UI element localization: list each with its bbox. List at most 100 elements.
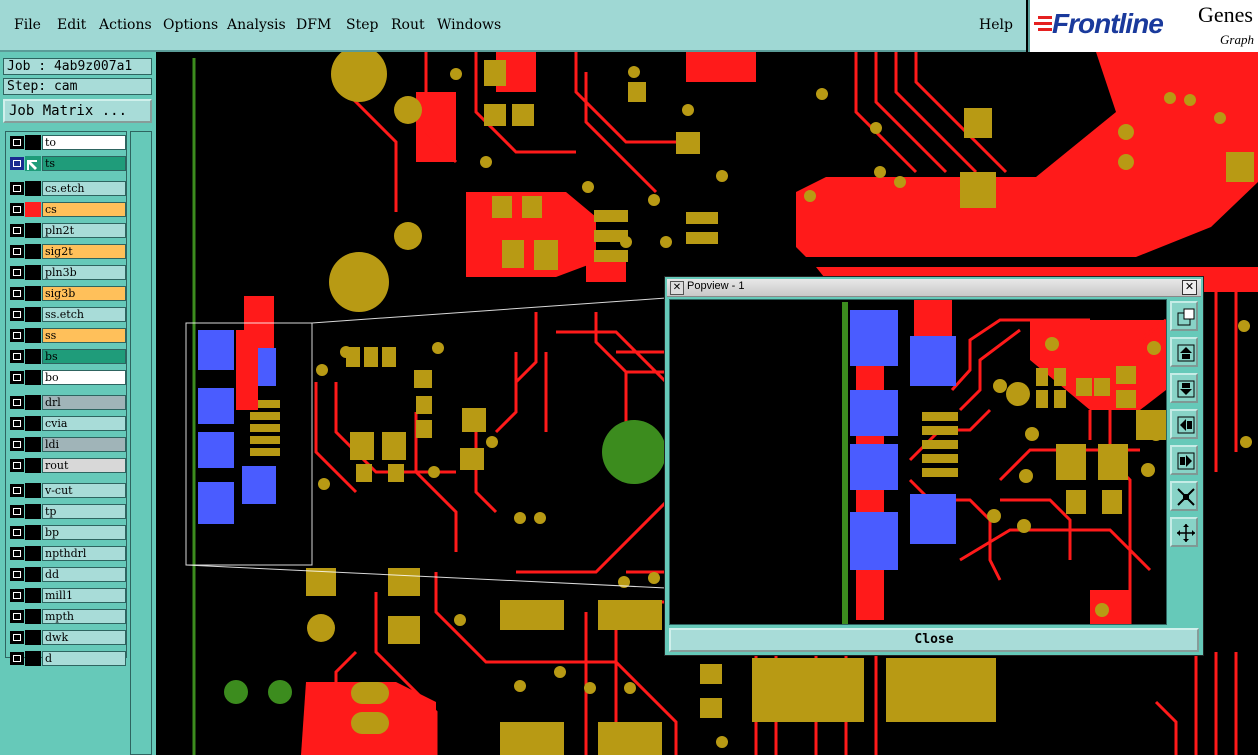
menu-dfm[interactable]: DFM — [296, 17, 331, 33]
layer-checkbox[interactable] — [10, 329, 24, 342]
layer-name[interactable]: dd — [42, 567, 126, 582]
layer-row-mpth[interactable]: mpth — [8, 609, 126, 624]
layer-color-swatch[interactable] — [25, 416, 41, 431]
layer-name[interactable]: mpth — [42, 609, 126, 624]
layer-row-bo[interactable]: bo — [8, 370, 126, 385]
popview-window[interactable]: ✕ Popview - 1 ✕ Close — [664, 276, 1204, 656]
zoom-out-button[interactable] — [1170, 517, 1198, 547]
layer-row-ts[interactable]: ts — [8, 156, 126, 171]
layer-color-swatch[interactable] — [25, 286, 41, 301]
layer-checkbox[interactable] — [10, 547, 24, 560]
close-button[interactable]: Close — [669, 628, 1199, 652]
layer-color-swatch[interactable] — [25, 651, 41, 666]
layer-row-d[interactable]: d — [8, 651, 126, 666]
layer-name[interactable]: bs — [42, 349, 126, 364]
layer-row-rout[interactable]: rout — [8, 458, 126, 473]
job-matrix-button[interactable]: Job Matrix ... — [3, 99, 152, 123]
layer-name[interactable]: sig2t — [42, 244, 126, 259]
layer-name[interactable]: ldi — [42, 437, 126, 452]
layer-color-swatch[interactable] — [25, 307, 41, 322]
layer-checkbox[interactable] — [10, 568, 24, 581]
menu-analysis[interactable]: Analysis — [227, 17, 286, 33]
layer-name[interactable]: ts — [42, 156, 126, 171]
zoom-home-button[interactable] — [1170, 301, 1198, 331]
layer-row-npthdrl[interactable]: npthdrl — [8, 546, 126, 561]
menu-file[interactable]: File — [14, 17, 41, 33]
layer-row-ldi[interactable]: ldi — [8, 437, 126, 452]
menu-options[interactable]: Options — [163, 17, 218, 33]
layer-name[interactable]: pln3b — [42, 265, 126, 280]
layer-row-ss[interactable]: ss — [8, 328, 126, 343]
layer-checkbox[interactable] — [10, 484, 24, 497]
layer-color-swatch[interactable] — [25, 546, 41, 561]
layer-checkbox[interactable] — [10, 287, 24, 300]
layer-name[interactable]: dwk — [42, 630, 126, 645]
layer-color-swatch[interactable] — [25, 395, 41, 410]
layer-checkbox[interactable] — [10, 438, 24, 451]
close-icon[interactable]: ✕ — [1182, 280, 1197, 295]
layer-checkbox[interactable] — [10, 266, 24, 279]
layer-name[interactable]: cvia — [42, 416, 126, 431]
layer-row-pln2t[interactable]: pln2t — [8, 223, 126, 238]
layer-name[interactable]: ss.etch — [42, 307, 126, 322]
layer-name[interactable]: bp — [42, 525, 126, 540]
layer-row-cs-etch[interactable]: cs.etch — [8, 181, 126, 196]
layer-color-swatch[interactable] — [25, 437, 41, 452]
layer-checkbox[interactable] — [10, 417, 24, 430]
layer-checkbox[interactable] — [10, 224, 24, 237]
pan-up-button[interactable] — [1170, 337, 1198, 367]
layer-row-cvia[interactable]: cvia — [8, 416, 126, 431]
layer-name[interactable]: tp — [42, 504, 126, 519]
pan-down-button[interactable] — [1170, 373, 1198, 403]
menu-step[interactable]: Step — [346, 17, 378, 33]
popview-viewport[interactable] — [669, 299, 1167, 625]
layer-row-mill1[interactable]: mill1 — [8, 588, 126, 603]
layer-checkbox[interactable] — [10, 182, 24, 195]
layer-checkbox[interactable] — [10, 526, 24, 539]
layer-color-swatch[interactable] — [25, 349, 41, 364]
layer-color-swatch[interactable] — [25, 202, 41, 217]
menu-rout[interactable]: Rout — [391, 17, 425, 33]
layer-color-swatch[interactable] — [25, 458, 41, 473]
layer-name[interactable]: mill1 — [42, 588, 126, 603]
layer-color-swatch[interactable] — [25, 328, 41, 343]
layer-checkbox[interactable] — [10, 610, 24, 623]
layer-color-swatch[interactable] — [25, 630, 41, 645]
layer-checkbox[interactable] — [10, 652, 24, 665]
layer-row-tp[interactable]: tp — [8, 504, 126, 519]
layer-checkbox[interactable] — [10, 371, 24, 384]
layer-color-swatch[interactable] — [25, 609, 41, 624]
layer-checkbox[interactable] — [10, 350, 24, 363]
pan-left-button[interactable] — [1170, 409, 1198, 439]
layer-name[interactable]: rout — [42, 458, 126, 473]
zoom-in-button[interactable] — [1170, 481, 1198, 511]
layer-row-dd[interactable]: dd — [8, 567, 126, 582]
layer-name[interactable]: bo — [42, 370, 126, 385]
menu-edit[interactable]: Edit — [57, 17, 86, 33]
layer-name[interactable]: sig3b — [42, 286, 126, 301]
layer-name[interactable]: ss — [42, 328, 126, 343]
layer-name[interactable]: v-cut — [42, 483, 126, 498]
layer-row-bp[interactable]: bp — [8, 525, 126, 540]
layer-color-swatch[interactable] — [25, 265, 41, 280]
layer-row-cs[interactable]: cs — [8, 202, 126, 217]
layer-name[interactable]: d — [42, 651, 126, 666]
layer-row-drl[interactable]: drl — [8, 395, 126, 410]
layer-checkbox[interactable] — [10, 308, 24, 321]
layer-name[interactable]: cs.etch — [42, 181, 126, 196]
layer-checkbox[interactable] — [10, 157, 24, 170]
layer-row-to[interactable]: to — [8, 135, 126, 150]
layer-name[interactable]: pln2t — [42, 223, 126, 238]
menu-windows[interactable]: Windows — [437, 17, 501, 33]
layer-row-sig3b[interactable]: sig3b — [8, 286, 126, 301]
layer-color-swatch[interactable] — [25, 483, 41, 498]
layer-row-v-cut[interactable]: v-cut — [8, 483, 126, 498]
popview-titlebar[interactable]: ✕ Popview - 1 ✕ — [667, 279, 1201, 297]
layer-color-swatch[interactable] — [25, 525, 41, 540]
layer-checkbox[interactable] — [10, 589, 24, 602]
layer-color-swatch[interactable] — [25, 181, 41, 196]
layer-checkbox[interactable] — [10, 396, 24, 409]
layer-color-swatch[interactable] — [25, 156, 41, 171]
layer-name[interactable]: npthdrl — [42, 546, 126, 561]
layer-checkbox[interactable] — [10, 459, 24, 472]
